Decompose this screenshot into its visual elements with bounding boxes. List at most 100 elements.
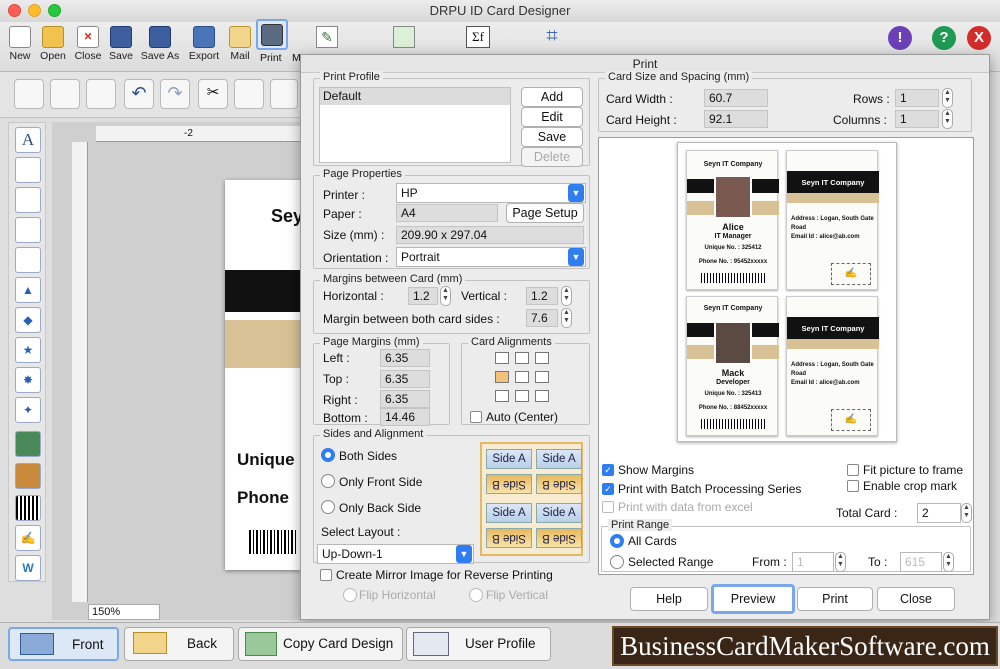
vertical-margin-stepper[interactable]: ▲ ▼ xyxy=(561,286,572,306)
align-top-center-icon[interactable] xyxy=(515,352,529,364)
profile-list-item[interactable]: Default xyxy=(320,88,510,105)
front-button[interactable]: Front xyxy=(8,627,119,661)
toolbar-save-as-button[interactable]: Save As xyxy=(138,22,182,72)
rows-stepper[interactable]: ▲ ▼ xyxy=(942,88,953,108)
horizontal-margin-stepper[interactable]: ▲ ▼ xyxy=(440,286,451,306)
flip-horizontal-radio[interactable] xyxy=(343,588,357,602)
spreadsheet-icon[interactable] xyxy=(393,26,415,48)
right-margin-input[interactable]: 6.35 xyxy=(380,390,430,408)
zoom-select[interactable]: 150% xyxy=(88,604,160,620)
paste-icon[interactable] xyxy=(270,79,298,109)
bottom-margin-input[interactable]: 14.46 xyxy=(380,408,430,426)
rectangle-tool-icon[interactable] xyxy=(15,187,41,213)
toolbar-save-button[interactable]: Save xyxy=(106,22,136,72)
toolbar-new-button[interactable]: New xyxy=(4,22,36,72)
profile-edit-button[interactable]: Edit xyxy=(521,107,583,127)
edit-pen-icon[interactable]: ✎ xyxy=(316,26,338,48)
layout-select[interactable]: Up-Down-1 ▼ xyxy=(317,544,474,564)
to-input[interactable]: 615 xyxy=(900,552,942,572)
triangle-tool-icon[interactable]: ▲ xyxy=(15,277,41,303)
horizontal-margin-input[interactable]: 1.2 xyxy=(408,287,438,305)
user-profile-button[interactable]: User Profile xyxy=(406,627,551,661)
both-sides-margin-stepper[interactable]: ▲ ▼ xyxy=(561,308,572,328)
picture-tool-icon[interactable] xyxy=(15,431,41,457)
total-card-input[interactable]: 2 xyxy=(917,503,961,523)
line-tool-icon[interactable] xyxy=(15,157,41,183)
profile-save-button[interactable]: Save xyxy=(521,127,583,147)
window-zoom-button[interactable] xyxy=(48,4,61,17)
align-top-right-icon[interactable] xyxy=(535,352,549,364)
left-margin-input[interactable]: 6.35 xyxy=(380,349,430,367)
excel-data-checkbox[interactable] xyxy=(602,501,614,513)
fit-picture-checkbox[interactable] xyxy=(847,464,859,476)
flip-vertical-radio[interactable] xyxy=(469,588,483,602)
toolbar-mail-button[interactable]: Mail xyxy=(225,22,255,72)
image-icon[interactable] xyxy=(50,79,80,109)
selected-range-radio[interactable] xyxy=(610,555,624,569)
copy-icon[interactable] xyxy=(234,79,264,109)
help-icon[interactable]: ? xyxy=(932,26,956,50)
total-card-stepper[interactable]: ▲ ▼ xyxy=(961,503,972,523)
only-front-radio[interactable] xyxy=(321,474,335,488)
library-tool-icon[interactable] xyxy=(15,463,41,489)
from-stepper[interactable]: ▲ ▼ xyxy=(835,552,846,572)
design-card[interactable]: Sey Unique Phone xyxy=(225,180,303,570)
star-tool-icon[interactable]: ★ xyxy=(15,337,41,363)
printer-select[interactable]: HP ▼ xyxy=(396,183,586,203)
top-margin-input[interactable]: 6.35 xyxy=(380,370,430,388)
toolbar-open-button[interactable]: Open xyxy=(37,22,69,72)
mirror-image-checkbox[interactable] xyxy=(320,569,332,581)
align-middle-left-icon[interactable] xyxy=(495,371,509,383)
align-bottom-left-icon[interactable] xyxy=(495,390,509,402)
cross-star-tool-icon[interactable]: ✦ xyxy=(15,397,41,423)
crop-icon[interactable]: ⌗ xyxy=(540,25,564,49)
burst-tool-icon[interactable]: ✸ xyxy=(15,367,41,393)
window-minimize-button[interactable] xyxy=(28,4,41,17)
text-tool-icon[interactable]: A xyxy=(15,127,41,153)
both-sides-radio[interactable] xyxy=(321,448,335,462)
both-sides-margin-input[interactable]: 7.6 xyxy=(526,309,558,327)
batch-processing-checkbox[interactable]: ✓ xyxy=(602,483,614,495)
redo-icon[interactable]: ↷ xyxy=(160,79,190,109)
window-close-button[interactable] xyxy=(8,4,21,17)
crop-mark-checkbox[interactable] xyxy=(847,480,859,492)
only-back-radio[interactable] xyxy=(321,500,335,514)
diamond-tool-icon[interactable]: ◆ xyxy=(15,307,41,333)
rounded-rectangle-tool-icon[interactable] xyxy=(15,247,41,273)
align-bottom-right-icon[interactable] xyxy=(535,390,549,402)
barcode-tool-icon[interactable] xyxy=(15,495,41,521)
toolbar-close-button[interactable]: ✕ Close xyxy=(71,22,105,72)
toolbar-print-button[interactable] xyxy=(256,19,288,50)
show-margins-checkbox[interactable]: ✓ xyxy=(602,464,614,476)
back-button[interactable]: Back xyxy=(124,627,234,661)
notes-icon[interactable] xyxy=(14,79,44,109)
formula-icon[interactable]: Σf xyxy=(466,26,490,48)
orientation-select[interactable]: Portrait ▼ xyxy=(396,247,586,267)
page-setup-button[interactable]: Page Setup xyxy=(506,203,584,223)
close-button[interactable]: Close xyxy=(877,587,955,611)
from-input[interactable]: 1 xyxy=(792,552,834,572)
align-middle-right-icon[interactable] xyxy=(535,371,549,383)
rows-input[interactable]: 1 xyxy=(895,89,939,107)
undo-icon[interactable]: ↶ xyxy=(124,79,154,109)
watermark-tool-icon[interactable]: W xyxy=(15,555,41,581)
toolbar-export-button[interactable]: Export xyxy=(185,22,223,72)
align-middle-center-icon[interactable] xyxy=(515,371,529,383)
profile-delete-button[interactable]: Delete xyxy=(521,147,583,167)
import-icon[interactable] xyxy=(86,79,116,109)
cut-icon[interactable]: ✂ xyxy=(198,79,228,109)
copy-card-design-button[interactable]: Copy Card Design xyxy=(238,627,403,661)
help-button[interactable]: Help xyxy=(630,587,708,611)
auto-center-checkbox[interactable] xyxy=(470,411,482,423)
align-bottom-center-icon[interactable] xyxy=(515,390,529,402)
profile-add-button[interactable]: Add xyxy=(521,87,583,107)
vertical-margin-input[interactable]: 1.2 xyxy=(526,287,558,305)
info-icon[interactable]: ! xyxy=(888,26,912,50)
to-stepper[interactable]: ▲ ▼ xyxy=(943,552,954,572)
columns-stepper[interactable]: ▲ ▼ xyxy=(942,109,953,129)
profile-list[interactable]: Default xyxy=(319,87,511,163)
align-top-left-icon[interactable] xyxy=(495,352,509,364)
all-cards-radio[interactable] xyxy=(610,534,624,548)
signature-tool-icon[interactable]: ✍ xyxy=(15,525,41,551)
print-button[interactable]: Print xyxy=(797,587,873,611)
